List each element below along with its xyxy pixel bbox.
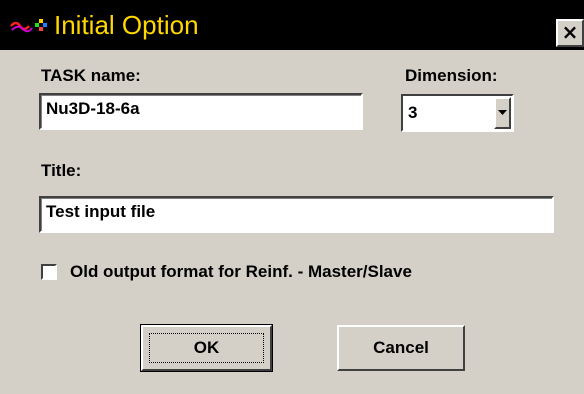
old-output-checkbox[interactable] (41, 264, 57, 280)
title-input[interactable]: Test input file (39, 196, 554, 233)
window-title: Initial Option (54, 10, 199, 40)
dimension-label: Dimension: (405, 66, 498, 85)
dimension-select[interactable]: 3 (401, 94, 514, 132)
app-icon (10, 17, 50, 37)
task-name-input[interactable]: Nu3D-18-6a (39, 93, 363, 130)
task-name-label: TASK name: (41, 66, 141, 85)
ok-button[interactable]: OK (140, 324, 273, 372)
dropdown-button[interactable] (494, 97, 511, 129)
close-button[interactable]: × (556, 19, 584, 47)
old-output-label[interactable]: Old output format for Reinf. - Master/Sl… (70, 262, 412, 282)
close-icon: × (561, 20, 579, 44)
title-bar[interactable]: Initial Option × (0, 0, 584, 50)
dimension-value: 3 (408, 103, 418, 122)
cancel-button[interactable]: Cancel (337, 325, 465, 371)
chevron-down-icon (498, 110, 507, 115)
initial-option-dialog: Initial Option × TASK name: Nu3D-18-6a D… (0, 0, 584, 394)
ok-button-label: OK (149, 333, 264, 363)
title-label: Title: (41, 161, 82, 180)
